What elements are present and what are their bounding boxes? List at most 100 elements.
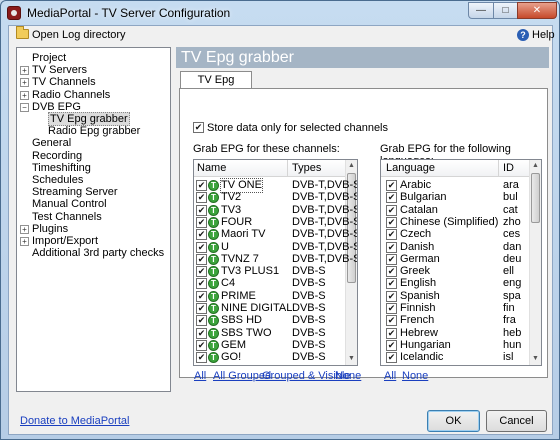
language-row[interactable]: ✔ Czech ces [381,228,530,241]
tree-item[interactable]: Project [32,52,66,65]
tree-item[interactable]: Manual Control [32,198,107,211]
channel-checkbox[interactable]: ✔ [196,180,207,191]
ok-button[interactable]: OK [427,410,480,432]
maximize-button[interactable]: □ [493,2,518,19]
language-checkbox[interactable]: ✔ [386,204,397,216]
channel-row[interactable]: ✔ T TV3 PLUS1 DVB-S [194,265,346,278]
language-row[interactable]: ✔ English eng [381,277,530,290]
language-row[interactable]: ✔ Catalan cat [381,204,530,217]
channel-checkbox[interactable]: ✔ [196,352,207,364]
scroll-thumb[interactable] [531,173,540,223]
language-list-scrollbar[interactable]: ▲ ▼ [529,160,541,365]
minimize-button[interactable]: — [468,2,494,19]
help-icon[interactable]: ? [517,29,529,41]
tree-item[interactable]: TV Epg grabber [48,112,130,126]
channel-checkbox[interactable]: ✔ [196,192,207,204]
channel-row[interactable]: ✔ T FOUR DVB-T,DVB-S [194,216,357,229]
column-header-types[interactable]: Types [292,162,321,174]
language-checkbox[interactable]: ✔ [386,339,397,351]
channel-row[interactable]: ✔ T C4 DVB-S [194,277,346,290]
scroll-up-arrow-icon[interactable]: ▲ [346,160,357,172]
tree-item[interactable]: Schedules [32,174,83,187]
channels-select-none-link[interactable]: None [335,370,361,382]
language-row[interactable]: ✔ Chinese (Simplified) zho [381,216,530,229]
tree-item[interactable]: Timeshifting [32,162,91,175]
tree-item[interactable]: Test Channels [32,211,102,224]
tab-tv-epg-grabber[interactable]: TV Epg grabber [180,71,252,103]
language-checkbox[interactable]: ✔ [386,303,397,314]
tree-expander-icon[interactable]: + [20,66,29,76]
channel-row[interactable]: ✔ T GEM DVB-S [194,339,346,352]
channel-row[interactable]: ✔ T GO! DVB-S [194,351,346,364]
language-checkbox[interactable]: ✔ [386,266,397,278]
language-row[interactable]: ✔ French fra [381,314,530,327]
navigation-tree[interactable]: Project + TV Servers + TV Channels + Radio Cha… [16,47,171,392]
channel-checkbox[interactable]: ✔ [196,253,207,265]
channel-row[interactable]: ✔ T TV3 DVB-T,DVB-S [194,204,357,217]
channel-list[interactable]: Name Types ▲ ▼ ✔ T TV ONE DVB-T,DVB-S ✔ T TV2 D… [193,159,358,366]
channel-checkbox[interactable]: ✔ [196,315,207,327]
scroll-down-arrow-icon[interactable]: ▼ [530,353,541,365]
tree-item[interactable]: Recording [32,150,82,163]
column-separator[interactable] [498,160,499,177]
channel-row[interactable]: ✔ T SBS HD DVB-S [194,314,346,327]
channel-checkbox[interactable]: ✔ [196,241,207,253]
channel-checkbox[interactable]: ✔ [196,290,207,302]
language-row[interactable]: ✔ Bulgarian bul [381,191,530,204]
tree-item[interactable]: Import/Export [32,235,98,248]
language-checkbox[interactable]: ✔ [386,290,397,302]
channel-row[interactable]: ✔ T Maori TV DVB-T,DVB-S [194,228,357,241]
tree-item[interactable]: TV Servers [32,64,87,77]
channel-row[interactable]: ✔ T NINE DIGITAL DVB-S [194,302,346,315]
channel-checkbox[interactable]: ✔ [196,229,207,241]
channel-row[interactable]: ✔ T TV ONE DVB-T,DVB-S [194,178,357,193]
help-button[interactable]: Help [532,29,555,41]
languages-select-none-link[interactable]: None [402,370,428,382]
language-row[interactable]: ✔Italian ita [381,364,530,365]
language-row[interactable]: ✔ Spanish spa [381,290,530,303]
close-button[interactable]: ✕ [517,2,557,19]
channel-checkbox[interactable]: ✔ [196,303,207,314]
language-row[interactable]: ✔ Finnish fin [381,302,530,315]
language-row[interactable]: ✔ German deu [381,253,530,266]
language-row[interactable]: ✔ Greek ell [381,265,530,278]
language-checkbox[interactable]: ✔ [386,216,397,228]
channel-row[interactable]: ✔ T SBS TWO DVB-S [194,327,346,340]
channel-checkbox[interactable]: ✔ [196,278,207,290]
donate-link[interactable]: Donate to MediaPortal [20,415,129,427]
folder-icon[interactable] [16,26,29,39]
language-row[interactable]: ✔ Icelandic isl [381,351,530,364]
scroll-up-arrow-icon[interactable]: ▲ [530,160,541,172]
channel-row[interactable]: ✔ T TVNZ 7 DVB-T,DVB-S [194,253,357,266]
tree-item[interactable]: TV Channels [32,76,96,89]
language-checkbox[interactable]: ✔ [386,253,397,265]
language-list[interactable]: Language ID ▲ ▼ ✔ Arabic ara ✔ Bulgarian bul ✔… [380,159,542,366]
cancel-button[interactable]: Cancel [486,410,547,432]
language-row[interactable]: ✔ Arabic ara [381,179,530,192]
tree-item[interactable]: Radio Epg grabber [48,125,140,138]
column-separator[interactable] [287,160,288,177]
language-checkbox[interactable]: ✔ [386,278,397,290]
store-selected-checkbox[interactable]: ✔ [193,122,204,133]
channel-checkbox[interactable]: ✔ [196,204,207,216]
tree-expander-icon[interactable]: + [20,78,29,88]
tree-expander-icon[interactable]: − [20,102,29,112]
title-bar[interactable]: MediaPortal - TV Server Configuration — … [1,1,559,25]
channel-row[interactable]: ✔ T TV2 DVB-T,DVB-S [194,191,357,204]
channel-row[interactable]: ✔ T PRIME DVB-S [194,290,346,303]
tree-item[interactable]: Additional 3rd party checks [32,247,164,260]
tree-item[interactable]: Streaming Server [32,186,118,199]
language-row[interactable]: ✔ Hebrew heb [381,327,530,340]
column-header-language[interactable]: Language [386,162,435,174]
tree-item[interactable]: Radio Channels [32,89,110,102]
channel-checkbox[interactable]: ✔ [196,339,207,351]
language-checkbox[interactable]: ✔ [386,192,397,204]
tree-expander-icon[interactable]: + [20,90,29,100]
language-row[interactable]: ✔ Hungarian hun [381,339,530,352]
language-checkbox[interactable]: ✔ [386,241,397,253]
tree-expander-icon[interactable]: + [20,224,29,234]
column-header-name[interactable]: Name [197,162,226,174]
channel-checkbox[interactable]: ✔ [196,216,207,228]
scroll-down-arrow-icon[interactable]: ▼ [346,353,357,365]
channel-checkbox[interactable]: ✔ [196,327,207,339]
